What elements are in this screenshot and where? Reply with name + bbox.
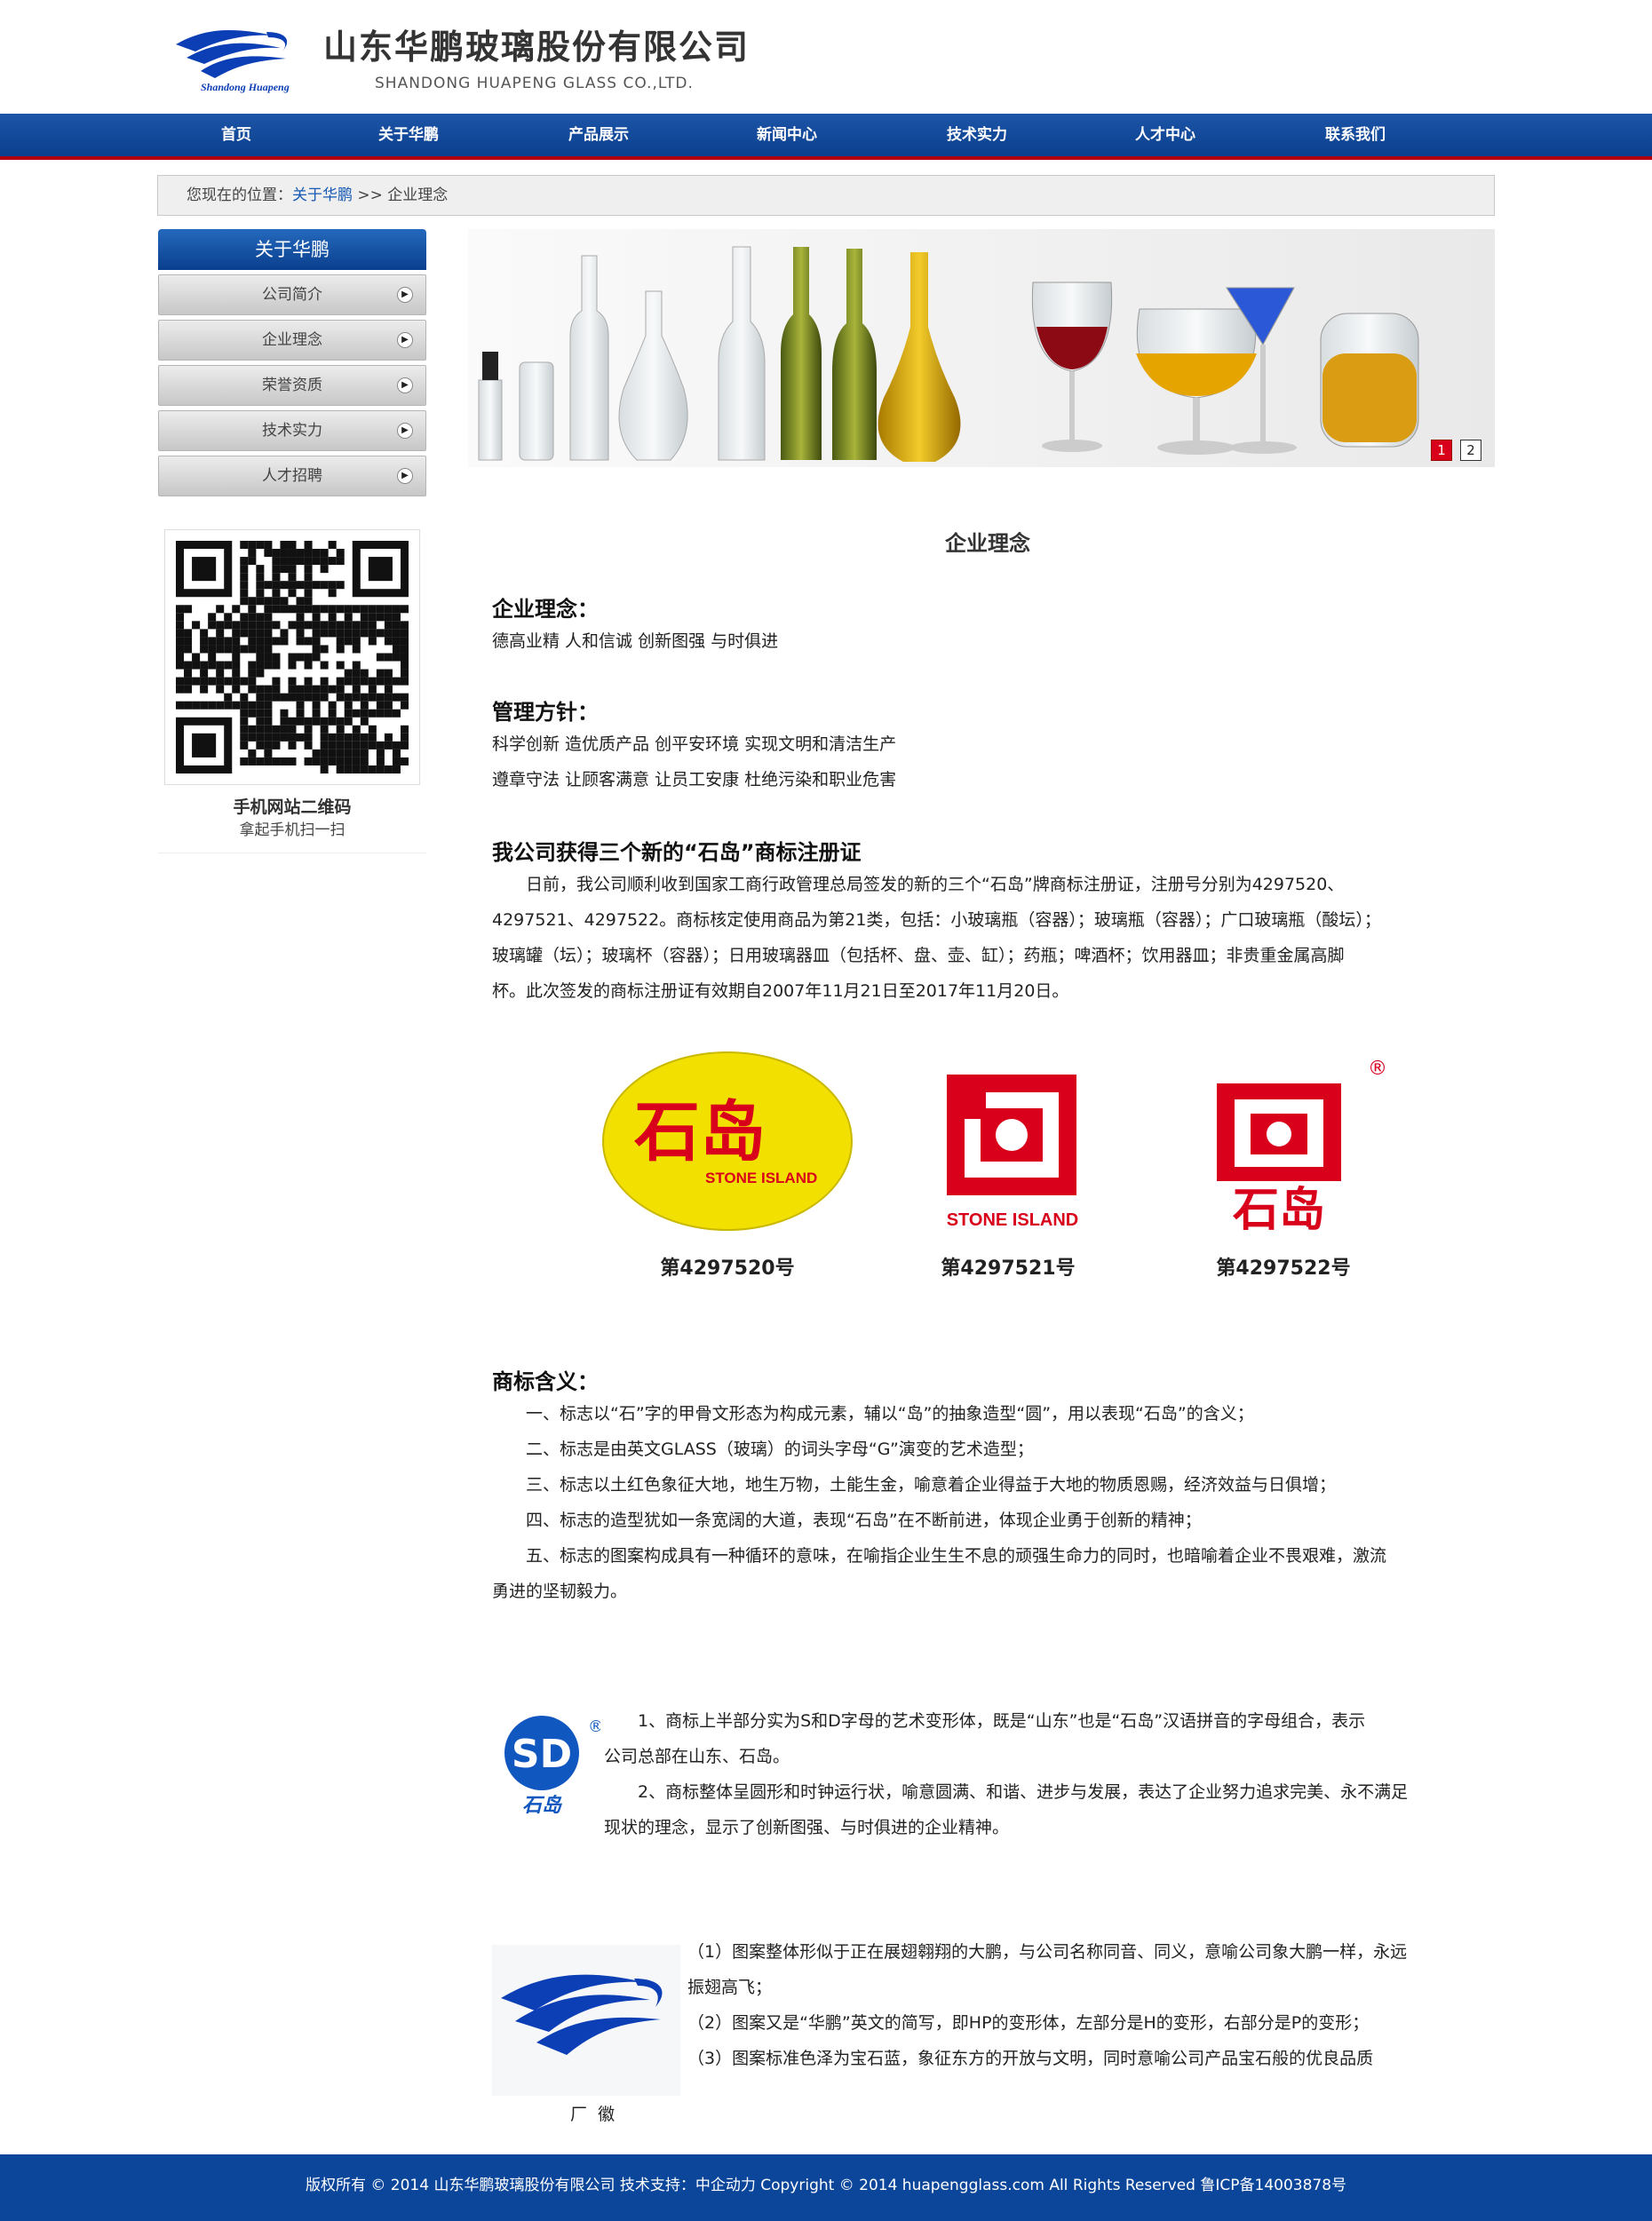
logo-caption: Shandong Huapeng <box>201 81 290 93</box>
sidebar-item-label: 技术实力 <box>262 422 322 440</box>
sidebar-item-profile[interactable]: 公司简介 ▶ <box>158 274 426 315</box>
nav-news[interactable]: 新闻中心 <box>716 114 858 156</box>
paragraph-line: 1、商标上半部分实为S和D字母的艺术变形体，既是“山东”也是“石岛”汉语拼音的字… <box>604 1711 1366 1731</box>
paragraph-line: 现状的理念，显示了创新图强、与时俱进的企业精神。 <box>604 1818 1010 1837</box>
stone-island-yellow-logo: 石岛 STONE ISLAND <box>602 1051 853 1231</box>
sd-logo-paragraph: 1、商标上半部分实为S和D字母的艺术变形体，既是“山东”也是“石岛”汉语拼音的字… <box>604 1703 1408 1845</box>
breadcrumb-prefix: 您现在的位置： <box>187 186 292 204</box>
section-heading-trademark: 我公司获得三个新的“石岛”商标注册证 <box>492 840 862 865</box>
paragraph-line: 勇进的坚韧毅力。 <box>492 1582 628 1601</box>
sidebar-item-honors[interactable]: 荣誉资质 ▶ <box>158 365 426 406</box>
trademark-number-1: 第4297520号 <box>660 1257 795 1280</box>
breadcrumb-current: 企业理念 <box>387 186 449 204</box>
paragraph-line: 日前，我公司顺利收到国家工商行政管理总局签发的新的三个“石岛”牌商标注册证，注册… <box>492 875 1345 894</box>
company-name-cn: 山东华鹏玻璃股份有限公司 <box>323 27 751 67</box>
paragraph-line: （2）图案又是“华鹏”英文的简写，即HP的变形体，左部分是H的变形，右部分是P的… <box>687 2013 1370 2033</box>
policy-line-2: 遵章守法 让顾客满意 让员工安康 杜绝污染和职业危害 <box>492 770 897 789</box>
nav-contact[interactable]: 联系我们 <box>1284 114 1426 156</box>
nav-about[interactable]: 关于华鹏 <box>338 114 480 156</box>
arrow-right-icon: ▶ <box>397 468 413 484</box>
paragraph-line: （3）图案标准色泽为宝石蓝，象征东方的开放与文明，同时意喻公司产品宝石般的优良品… <box>687 2049 1374 2068</box>
breadcrumb: 您现在的位置：关于华鹏 >> 企业理念 <box>157 175 1495 216</box>
sidebar-item-philosophy[interactable]: 企业理念 ▶ <box>158 320 426 361</box>
breadcrumb-separator: >> <box>353 186 388 204</box>
stone-island-cn-logo: ® 石岛 <box>1217 1058 1386 1234</box>
sidebar-title: 关于华鹏 <box>158 229 426 270</box>
banner-page-1[interactable]: 1 <box>1431 440 1452 461</box>
huapeng-emblem-icon <box>492 1945 680 2096</box>
sidebar-item-label: 人才招聘 <box>262 467 322 485</box>
paragraph-line: （1）图案整体形似于正在展翅翱翔的大鹏，与公司名称同音、同义，意喻公司象大鹏一样… <box>687 1942 1408 1962</box>
svg-text:SD: SD <box>512 1732 572 1777</box>
qr-title: 手机网站二维码 <box>233 797 352 817</box>
paragraph-line: 二、标志是由英文GLASS（玻璃）的词头字母“G”演变的艺术造型； <box>492 1440 1034 1459</box>
emblem-paragraph: （1）图案整体形似于正在展翅翱翔的大鹏，与公司名称同音、同义，意喻公司象大鹏一样… <box>687 1934 1407 2076</box>
sd-logo-icon: SD ® 石岛 <box>504 1716 600 1817</box>
trademark-cn-text: 石岛 <box>634 1094 766 1170</box>
page-title: 企业理念 <box>945 531 1030 556</box>
company-name-en: SHANDONG HUAPENG GLASS CO.,LTD. <box>375 75 694 92</box>
registered-icon: ® <box>1368 1058 1386 1080</box>
philosophy-text: 德高业精 人和信诚 创新图强 与时俱进 <box>492 631 779 651</box>
banner-page-2[interactable]: 2 <box>1460 440 1481 461</box>
nav-products[interactable]: 产品展示 <box>528 114 670 156</box>
sidebar-item-recruitment[interactable]: 人才招聘 ▶ <box>158 456 426 496</box>
section-heading-philosophy: 企业理念： <box>492 597 599 622</box>
paragraph-line: 四、标志的造型犹如一条宽阔的大道，表现“石岛”在不断前进，体现企业勇于创新的精神… <box>492 1511 1202 1530</box>
paragraph-line: 振翅高飞； <box>687 1978 773 1997</box>
site-header: Shandong Huapeng 山东华鹏玻璃股份有限公司 SHANDONG H… <box>0 0 1652 114</box>
sidebar-item-label: 荣誉资质 <box>262 377 322 394</box>
glassware-banner-image <box>468 229 1495 467</box>
huapeng-logo-icon[interactable]: Shandong Huapeng <box>169 9 320 98</box>
trademark-en-text: STONE ISLAND <box>705 1170 817 1186</box>
paragraph-line: 五、标志的图案构成具有一种循环的意味，在喻指企业生生不息的顽强生命力的同时，也暗… <box>492 1546 1387 1566</box>
main-nav: 首页 关于华鹏 产品展示 新闻中心 技术实力 人才中心 联系我们 <box>0 114 1652 160</box>
paragraph-line: 三、标志以土红色象征大地，地生万物，土能生金，喻意着企业得益于大地的物质恩赐，经… <box>492 1475 1337 1495</box>
sidebar-item-label: 公司简介 <box>262 286 322 304</box>
svg-text:®: ® <box>588 1717 600 1736</box>
site-footer: 版权所有 © 2014 山东华鹏玻璃股份有限公司 技术支持：中企动力 Copyr… <box>0 2154 1652 2221</box>
policy-line-1: 科学创新 造优质产品 创平安环境 实现文明和清洁生产 <box>492 734 897 754</box>
arrow-right-icon: ▶ <box>397 423 413 439</box>
breadcrumb-link-about[interactable]: 关于华鹏 <box>292 186 353 204</box>
paragraph-line: 玻璃罐（坛）；玻璃杯（容器）；日用玻璃器皿（包括杯、盘、壶、缸）；药瓶；啤酒杯；… <box>492 946 1345 965</box>
arrow-right-icon: ▶ <box>397 287 413 303</box>
trademark-paragraph: 日前，我公司顺利收到国家工商行政管理总局签发的新的三个“石岛”牌商标注册证，注册… <box>492 867 1381 1009</box>
trademark-en-text: STONE ISLAND <box>947 1210 1079 1230</box>
section-heading-meaning: 商标含义： <box>492 1369 599 1394</box>
sidebar-item-technology[interactable]: 技术实力 ▶ <box>158 410 426 451</box>
qr-subtitle: 拿起手机扫一扫 <box>239 821 345 839</box>
paragraph-line: 一、标志以“石”字的甲骨文形态为构成元素，辅以“岛”的抽象造型“圆”，用以表现“… <box>492 1404 1254 1424</box>
nav-technology[interactable]: 技术实力 <box>906 114 1048 156</box>
emblem-caption: 厂 徽 <box>570 2105 616 2124</box>
stone-island-mark-logo: STONE ISLAND <box>947 1075 1079 1230</box>
qr-code <box>164 529 420 785</box>
paragraph-line: 杯。此次签发的商标注册证有效期自2007年11月21日至2017年11月20日。 <box>492 981 1069 1001</box>
trademark-number-3: 第4297522号 <box>1216 1257 1351 1280</box>
trademark-cn-text: 石岛 <box>1233 1184 1325 1234</box>
paragraph-line: 2、商标整体呈圆形和时钟运行状，喻意圆满、和谐、进步与发展，表达了企业努力追求完… <box>604 1782 1409 1802</box>
paragraph-line: 4297521、4297522。商标核定使用商品为第21类，包括：小玻璃瓶（容器… <box>492 910 1381 930</box>
trademark-number-2: 第4297521号 <box>941 1257 1076 1280</box>
qr-code-icon <box>176 541 409 773</box>
paragraph-line: 公司总部在山东、石岛。 <box>604 1747 790 1766</box>
section-heading-policy: 管理方针： <box>492 700 599 725</box>
sidebar: 关于华鹏 公司简介 ▶ 企业理念 ▶ 荣誉资质 ▶ 技术实力 ▶ 人才招聘 ▶ <box>158 229 426 496</box>
sidebar-item-label: 企业理念 <box>262 331 322 349</box>
banner-slider[interactable] <box>468 229 1495 467</box>
meaning-paragraph: 一、标志以“石”字的甲骨文形态为构成元素，辅以“岛”的抽象造型“圆”，用以表现“… <box>492 1396 1386 1609</box>
nav-careers[interactable]: 人才中心 <box>1094 114 1236 156</box>
arrow-right-icon: ▶ <box>397 332 413 348</box>
nav-home[interactable]: 首页 <box>165 114 307 156</box>
sd-logo-text: 石岛 <box>522 1794 562 1817</box>
arrow-right-icon: ▶ <box>397 377 413 393</box>
